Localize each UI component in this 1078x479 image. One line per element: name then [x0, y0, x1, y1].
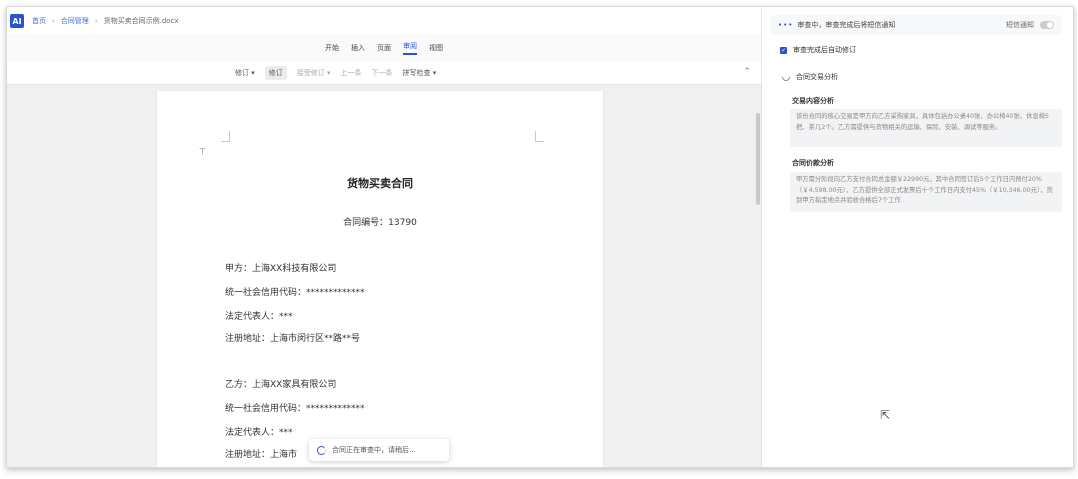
- review-status-popup: 合同正在审查中，请稍后...: [309, 439, 449, 461]
- section-title: 合同交易分析: [796, 73, 838, 81]
- party-b-representative: 法定代表人：***: [225, 428, 293, 438]
- review-status-bar: ••• 审查中，审查完成后将短信通知 短信通知: [770, 15, 1062, 35]
- previous-change-button[interactable]: 上一条: [341, 68, 362, 78]
- document-page[interactable]: ⊤ 货物买卖合同 合同编号：13790 甲方：上海XX科技有限公司 统一社会信用…: [157, 91, 603, 467]
- top-bar: AI 首页 › 合同管理 › 货物买卖合同示例.docx: [7, 7, 761, 35]
- collapse-toolbar-icon[interactable]: ⌃: [743, 67, 751, 77]
- party-a-address: 注册地址：上海市闵行区**路**号: [225, 334, 361, 344]
- party-b-credit-code: 统一社会信用代码：*************: [225, 404, 365, 414]
- margin-corner-right: [535, 131, 544, 142]
- review-status-text: 合同正在审查中，请稍后...: [332, 446, 416, 454]
- party-b-address: 注册地址：上海市: [225, 450, 298, 460]
- progress-dots-icon: •••: [778, 21, 794, 29]
- track-changes-dropdown[interactable]: 修订 ▾: [235, 68, 255, 78]
- app-logo: AI: [10, 14, 24, 28]
- section-header-transaction[interactable]: 合同交易分析: [780, 71, 838, 83]
- app-window: AI 首页 › 合同管理 › 货物买卖合同示例.docx 开始 插入 页面 审阅…: [6, 6, 1074, 468]
- price-analysis-title: 合同价款分析: [792, 159, 834, 167]
- breadcrumb-home[interactable]: 首页: [32, 16, 46, 26]
- document-title: 货物买卖合同: [347, 177, 413, 190]
- text-cursor-icon: ⊤: [199, 147, 206, 156]
- breadcrumb-contracts[interactable]: 合同管理: [61, 16, 89, 26]
- menu-tabs: 开始 插入 页面 审阅 视图: [7, 35, 761, 62]
- contract-number: 合同编号：13790: [343, 218, 417, 228]
- mouse-pointer-icon: ⇱: [880, 408, 891, 422]
- vertical-scrollbar[interactable]: [756, 113, 760, 205]
- breadcrumb: 首页 › 合同管理 › 货物买卖合同示例.docx: [32, 16, 179, 26]
- party-a-credit-code: 统一社会信用代码：*************: [225, 288, 365, 298]
- party-a-representative: 法定代表人：***: [225, 312, 293, 322]
- sms-notify-label: 短信通知: [1006, 21, 1034, 29]
- tab-page[interactable]: 页面: [377, 43, 391, 53]
- document-area: ⊤ 货物买卖合同 合同编号：13790 甲方：上海XX科技有限公司 统一社会信用…: [7, 85, 761, 467]
- auto-revise-checkbox[interactable]: ✓: [780, 46, 787, 54]
- sms-notify-toggle[interactable]: [1040, 21, 1054, 29]
- spell-check-dropdown[interactable]: 拼写检查 ▾: [403, 68, 437, 78]
- tab-view[interactable]: 视图: [429, 43, 443, 53]
- auto-revise-option[interactable]: ✓ 审查完成后自动修订: [780, 45, 856, 55]
- next-change-button[interactable]: 下一条: [372, 68, 393, 78]
- sms-notify-control: 短信通知: [1006, 20, 1054, 30]
- revise-button[interactable]: 修订: [264, 65, 287, 80]
- loading-spinner-icon: [317, 445, 326, 455]
- margin-corner-left: [221, 131, 230, 142]
- tab-start[interactable]: 开始: [325, 43, 339, 53]
- loading-arc-icon: [780, 71, 792, 83]
- auto-revise-label: 审查完成后自动修订: [793, 46, 856, 54]
- accept-revision-dropdown[interactable]: 接受修订 ▾: [297, 68, 331, 78]
- review-panel: ••• 审查中，审查完成后将短信通知 短信通知 ✓ 审查完成后自动修订 合同交易…: [761, 7, 1073, 467]
- breadcrumb-file: 货物买卖合同示例.docx: [103, 17, 179, 25]
- content-analysis-text: 该份合同的核心交易是甲方向乙方采购家具，具体包括办公桌40张、办公椅40张、休息…: [790, 109, 1062, 147]
- tab-insert[interactable]: 插入: [351, 43, 365, 53]
- breadcrumb-separator: ›: [52, 17, 55, 25]
- review-toolbar: 修订 ▾ 修订 接受修订 ▾ 上一条 下一条 拼写检查 ▾ ⌃: [7, 61, 761, 85]
- tab-review[interactable]: 审阅: [403, 41, 417, 55]
- panel-status-text: 审查中，审查完成后将短信通知: [797, 21, 896, 29]
- breadcrumb-separator: ›: [94, 17, 98, 25]
- party-b-name: 乙方：上海XX家具有限公司: [225, 380, 337, 390]
- price-analysis-text: 甲方需分阶段向乙方支付合同总金额￥22990元，其中合同签订后5个工作日内预付2…: [790, 172, 1062, 212]
- party-a-name: 甲方：上海XX科技有限公司: [225, 264, 337, 274]
- content-analysis-title: 交易内容分析: [792, 97, 834, 105]
